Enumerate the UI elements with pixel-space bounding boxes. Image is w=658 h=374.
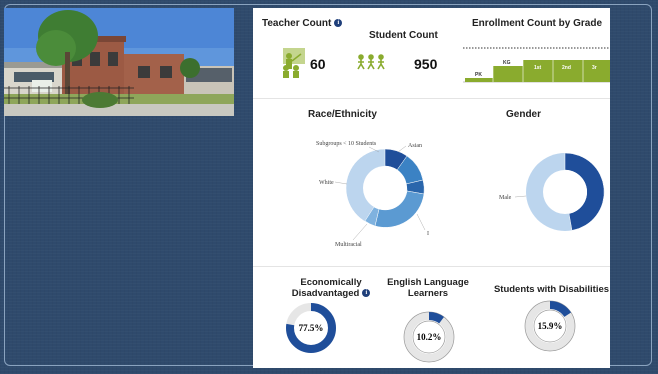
race-label-asian: Asian	[408, 143, 422, 149]
swd-ring: 15.9%	[523, 299, 577, 358]
enrollment-bar-2nd	[553, 60, 583, 82]
student-count-label: Student Count	[369, 30, 438, 41]
school-dashboard-panel: Teacher Count i 60 Student Count 950 Enro…	[253, 8, 610, 368]
race-ethnicity-donut: Subgroups < 10 Students Asian White Mult…	[303, 126, 443, 256]
student-count-value: 950	[414, 56, 438, 72]
ell-title-line1: English Language	[387, 277, 469, 288]
race-label-white: White	[319, 180, 334, 186]
gender-donut: Male	[493, 144, 610, 249]
grade-label-pk: PK	[475, 72, 482, 78]
grade-label-kg: KG	[503, 60, 511, 66]
teacher-icon	[279, 46, 309, 83]
teacher-count-heading: Teacher Count i	[262, 18, 343, 29]
info-icon[interactable]: i	[362, 289, 371, 298]
section-divider-2	[253, 266, 610, 267]
grade-label-3rd: 3r	[592, 65, 597, 71]
gender-label-male: Male	[499, 195, 512, 201]
swd-value: 15.9%	[538, 321, 563, 331]
grade-label-1st: 1st	[534, 65, 542, 71]
ell-title: English Language Learners	[378, 277, 478, 299]
econ-title-line2: Disadvantaged	[291, 288, 360, 299]
race-label-subgroups: Subgroups < 10 Students	[316, 141, 377, 147]
race-label-multiracial: Multiracial	[335, 242, 362, 248]
enrollment-grade-chart: PK KG 1st 2nd 3r	[463, 44, 610, 89]
econ-disadvantaged-ring: 77.5%	[284, 301, 338, 360]
school-building-photo	[4, 8, 234, 116]
grade-label-2nd: 2nd	[562, 65, 571, 71]
swd-title: Students with Disabilities	[493, 284, 610, 295]
enrollment-bar-1st	[523, 60, 553, 82]
race-label-other: I	[427, 231, 429, 237]
enrollment-bar-pk	[465, 78, 493, 82]
enrollment-bar-3rd	[583, 60, 610, 82]
enrollment-count-heading: Enrollment Count by Grade	[472, 18, 603, 29]
teacher-count-label: Teacher Count	[262, 18, 332, 29]
students-icon	[356, 54, 386, 75]
race-ethnicity-title: Race/Ethnicity	[308, 109, 377, 120]
enrollment-bar-kg	[493, 66, 523, 82]
teacher-count-value: 60	[310, 56, 326, 72]
ell-title-line2: Learners	[407, 288, 449, 299]
econ-title-line1: Economically	[300, 277, 362, 288]
econ-disadvantaged-title: Economically Disadvantaged i	[281, 277, 381, 299]
ell-value: 10.2%	[417, 332, 442, 342]
econ-disadvantaged-value: 77.5%	[299, 323, 324, 333]
info-icon[interactable]: i	[334, 19, 343, 28]
ell-ring: 10.2%	[402, 310, 456, 368]
section-divider	[253, 98, 610, 99]
gender-title: Gender	[506, 109, 542, 120]
